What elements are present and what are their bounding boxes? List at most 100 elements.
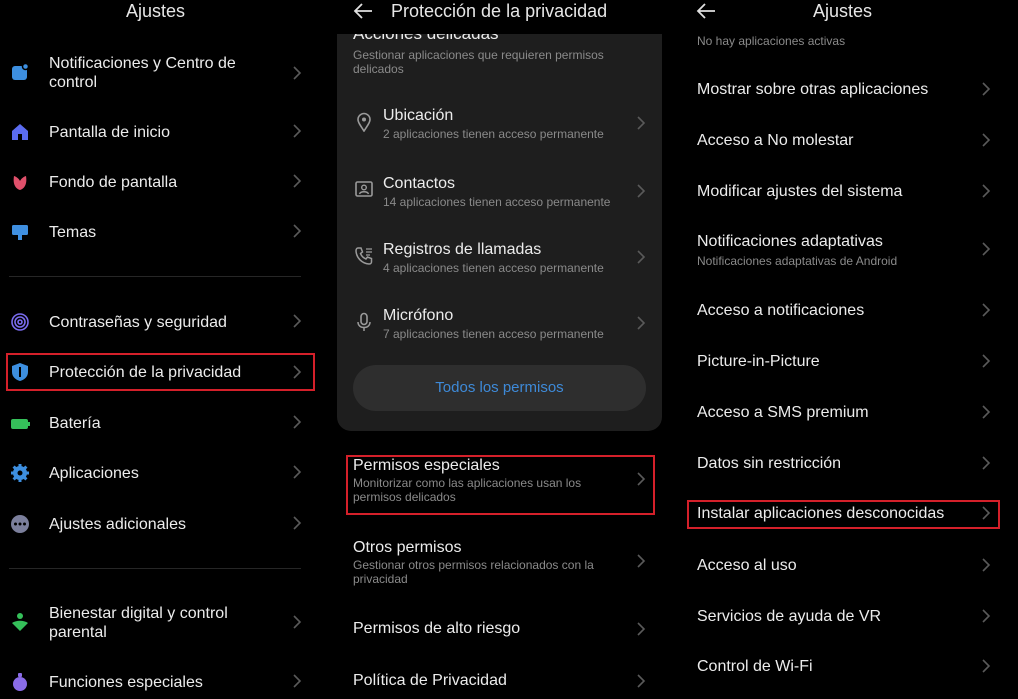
chevron-right-icon [293, 174, 302, 188]
chevron-right-icon [982, 405, 991, 419]
chevron-right-icon [982, 558, 991, 572]
access-item[interactable]: Datos sin restricción [684, 452, 1018, 480]
chevron-right-icon [293, 674, 302, 688]
chevron-right-icon [637, 554, 646, 568]
themes-icon [10, 222, 30, 242]
chevron-right-icon [293, 224, 302, 238]
section-subtitle: Gestionar aplicaciones que requieren per… [353, 48, 604, 62]
access-item[interactable]: Acceso a SMS premium [684, 401, 1018, 429]
settings-item-additional-settings[interactable]: Ajustes adicionales [0, 510, 316, 540]
permission-sub: 7 aplicaciones tienen acceso permanente [383, 327, 604, 341]
access-item[interactable]: Modificar ajustes del sistema [684, 180, 1018, 208]
access-item-label: Mostrar sobre otras aplicaciones [697, 81, 929, 98]
more-icon [10, 514, 30, 534]
access-item-sub: Notificaciones adaptativas de Android [697, 254, 898, 268]
status-text: No hay aplicaciones activas [697, 34, 846, 48]
section-subtitle-line2: delicados [353, 62, 404, 76]
settings-item-digital-wellbeing[interactable]: Bienestar digital y control parental [0, 601, 316, 645]
settings-item-passwords-security[interactable]: Contraseñas y seguridad [0, 308, 316, 338]
privacy-policy-label: Política de Privacidad [353, 672, 507, 689]
privacy-protection-panel: Protección de la privacidad Acciones del… [334, 0, 666, 699]
access-item[interactable]: Control de Wi-Fi [684, 655, 1018, 683]
section-title: Acciones delicadas [353, 34, 499, 44]
permission-call-logs[interactable]: Registros de llamadas 4 aplicaciones tie… [334, 238, 666, 278]
access-item[interactable]: Notificaciones adaptativas Notificacione… [684, 231, 1018, 271]
page-title: Protección de la privacidad [391, 1, 608, 21]
back-arrow-icon[interactable] [695, 0, 717, 22]
settings-item-label: Batería [49, 415, 101, 432]
chevron-right-icon [982, 242, 991, 256]
home-icon [10, 122, 30, 142]
access-item-label: Acceso a No molestar [697, 132, 854, 149]
fingerprint-icon [10, 312, 30, 332]
notifications-icon [10, 62, 30, 82]
settings-item-label: Fondo de pantalla [49, 174, 178, 191]
gear-icon [10, 463, 30, 483]
battery-icon [10, 414, 30, 434]
chevron-right-icon [293, 465, 302, 479]
special-features-icon [10, 672, 30, 692]
highlight-box [6, 353, 315, 391]
access-item-label: Control de Wi-Fi [697, 658, 813, 675]
settings-item-battery[interactable]: Batería [0, 409, 316, 439]
permission-label: Ubicación [383, 107, 454, 124]
settings-item-home-screen[interactable]: Pantalla de inicio [0, 118, 316, 148]
high-risk-permissions-item[interactable]: Permisos de alto riesgo [334, 617, 666, 645]
chevron-right-icon [982, 609, 991, 623]
settings-item-label: Temas [49, 224, 97, 241]
access-item-label: Acceso al uso [697, 557, 797, 574]
settings-item-label-line2: parental [49, 624, 107, 641]
settings-item-label: Funciones especiales [49, 674, 203, 691]
chevron-right-icon [982, 184, 991, 198]
permission-contacts[interactable]: Contactos 14 aplicaciones tienen acceso … [334, 172, 666, 212]
settings-item-wallpaper[interactable]: Fondo de pantalla [0, 168, 316, 198]
chevron-right-icon [293, 516, 302, 530]
privacy-policy-item[interactable]: Política de Privacidad [334, 669, 666, 697]
permission-location[interactable]: Ubicación 2 aplicaciones tienen acceso p… [334, 104, 666, 144]
access-item[interactable]: Acceso al uso [684, 554, 1018, 582]
chevron-right-icon [293, 314, 302, 328]
access-item-label: Acceso a SMS premium [697, 404, 869, 421]
section-divider [9, 568, 301, 569]
location-pin-icon [357, 112, 371, 132]
access-item[interactable]: Picture-in-Picture [684, 350, 1018, 378]
chevron-right-icon [637, 184, 646, 198]
call-log-icon [355, 247, 373, 265]
permission-sub: 2 aplicaciones tienen acceso permanente [383, 127, 604, 141]
access-item-label: Servicios de ayuda de VR [697, 608, 882, 625]
settings-item-label: Contraseñas y seguridad [49, 314, 227, 331]
access-item-label: Picture-in-Picture [697, 353, 820, 370]
access-item-label: Datos sin restricción [697, 455, 842, 472]
wellbeing-icon [10, 612, 30, 632]
wallpaper-icon [10, 172, 30, 192]
access-item[interactable]: Servicios de ayuda de VR [684, 605, 1018, 633]
chevron-right-icon [637, 316, 646, 330]
settings-item-special-features[interactable]: Funciones especiales [0, 668, 316, 698]
chevron-right-icon [982, 456, 991, 470]
chevron-right-icon [637, 116, 646, 130]
page-title: Ajustes [813, 1, 873, 21]
chevron-right-icon [293, 615, 302, 629]
settings-item-label: Aplicaciones [49, 465, 139, 482]
other-permissions-sub: Gestionar otros permisos relacionados co… [353, 558, 594, 572]
settings-item-apps[interactable]: Aplicaciones [0, 459, 316, 489]
permission-microphone[interactable]: Micrófono 7 aplicaciones tienen acceso p… [334, 304, 666, 344]
section-divider [9, 276, 301, 277]
settings-panel-main: Ajustes Notificaciones y Centro de contr… [0, 0, 316, 699]
permission-label: Contactos [383, 175, 456, 192]
chevron-right-icon [982, 82, 991, 96]
access-item[interactable]: Mostrar sobre otras aplicaciones [684, 78, 1018, 106]
other-permissions-label: Otros permisos [353, 539, 462, 556]
other-permissions-sub-line2: privacidad [353, 572, 408, 586]
highlight-box [687, 500, 1000, 529]
access-item[interactable]: Acceso a notificaciones [684, 299, 1018, 327]
access-item[interactable]: Acceso a No molestar [684, 129, 1018, 157]
all-permissions-button[interactable]: Todos los permisos [353, 365, 646, 411]
back-arrow-icon[interactable] [352, 0, 374, 22]
high-risk-permissions-label: Permisos de alto riesgo [353, 620, 521, 637]
other-permissions-item[interactable]: Otros permisos Gestionar otros permisos … [334, 537, 666, 593]
settings-item-notifications[interactable]: Notificaciones y Centro de control [0, 50, 316, 100]
settings-item-themes[interactable]: Temas [0, 218, 316, 248]
special-access-panel: Ajustes No hay aplicaciones activas Most… [684, 0, 1018, 699]
chevron-right-icon [293, 66, 302, 80]
